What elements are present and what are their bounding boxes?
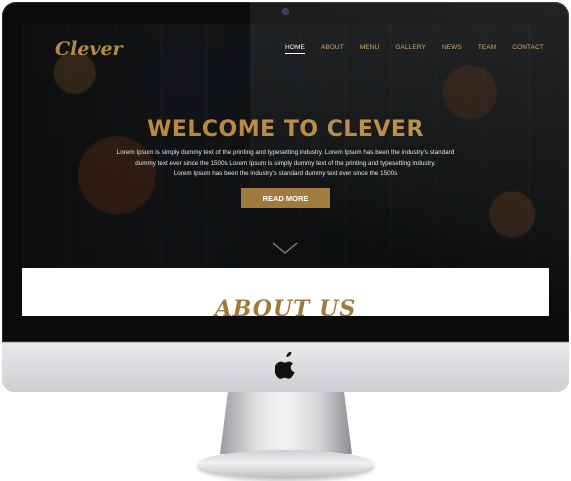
hero-description-line: dummy text ever since the 1500s Lorem Ip…: [135, 159, 436, 167]
about-title: ABOUT US: [214, 296, 357, 316]
site-logo[interactable]: Clever: [55, 38, 123, 60]
camera-icon: [283, 9, 288, 14]
hero-description-line: Lorem Ipsum has been the industry's stan…: [173, 170, 398, 177]
monitor-stand-base: [198, 450, 374, 478]
read-more-button[interactable]: READ MORE: [241, 188, 330, 208]
website-screen: Clever HOME ABOUT MENU GALLERY NEWS TEAM…: [22, 24, 549, 316]
apple-icon: [275, 352, 295, 379]
chevron-down-icon[interactable]: [271, 240, 299, 256]
hero-title: WELCOME TO CLEVER: [147, 117, 424, 142]
nav-item-home[interactable]: HOME: [285, 44, 305, 54]
monitor-stand-neck: [220, 392, 352, 454]
about-section: ABOUT US: [22, 268, 549, 316]
nav-item-contact[interactable]: CONTACT: [512, 44, 544, 54]
nav-item-about[interactable]: ABOUT: [321, 44, 344, 54]
hero-section: Clever HOME ABOUT MENU GALLERY NEWS TEAM…: [22, 24, 549, 268]
nav-item-gallery[interactable]: GALLERY: [395, 44, 426, 54]
hero-description-line: Lorem Ipsum is simply dummy text of the …: [116, 149, 455, 156]
nav-item-team[interactable]: TEAM: [478, 44, 496, 54]
main-nav: HOME ABOUT MENU GALLERY NEWS TEAM CONTAC…: [285, 44, 549, 54]
nav-item-menu[interactable]: MENU: [360, 44, 380, 54]
hero-overlay: [22, 24, 549, 268]
hero-description: Lorem Ipsum is simply dummy text of the …: [112, 148, 459, 180]
nav-item-news[interactable]: NEWS: [442, 44, 462, 54]
